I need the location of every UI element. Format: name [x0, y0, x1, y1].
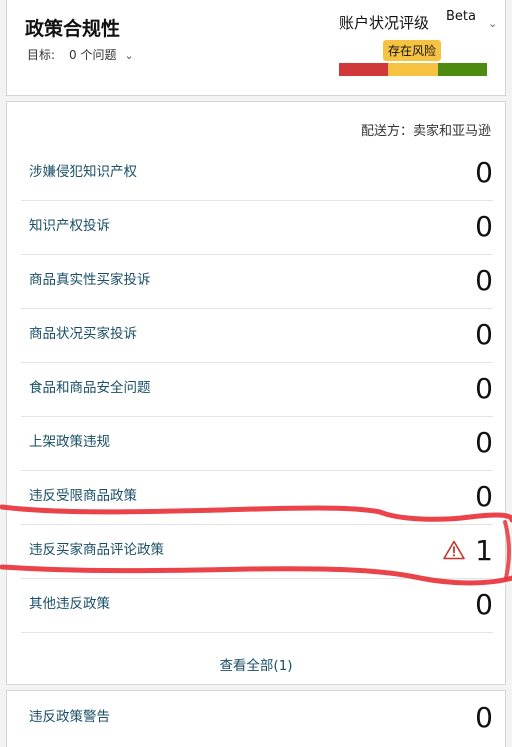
- policy-count[interactable]: 0: [475, 156, 493, 189]
- policy-count[interactable]: 0: [475, 480, 493, 513]
- policy-link-authenticity-complaints[interactable]: 商品真实性买家投诉: [29, 268, 151, 288]
- policy-row: 食品和商品安全问题 0: [21, 362, 493, 417]
- policy-link-restricted-products[interactable]: 违反受限商品政策: [29, 484, 137, 504]
- policy-link-listing-violations[interactable]: 上架政策违规: [29, 430, 110, 450]
- policy-row: 违反买家商品评论政策 1: [21, 524, 493, 579]
- policy-link-condition-complaints[interactable]: 商品状况买家投诉: [29, 322, 137, 342]
- compliance-body-card: 配送方：卖家和亚马逊 涉嫌侵犯知识产权 0 知识产权投诉 0 商品真实性买家投诉…: [6, 101, 506, 685]
- risk-bar-green-segment: [437, 63, 487, 76]
- policy-count[interactable]: 0: [475, 701, 493, 734]
- account-health-rating-label: 账户状况评级: [339, 14, 430, 32]
- policy-count[interactable]: 0: [475, 318, 493, 351]
- policy-row: 涉嫌侵犯知识产权 0: [21, 146, 493, 201]
- policy-link-other-violations[interactable]: 其他违反政策: [29, 592, 110, 612]
- policy-count[interactable]: 1: [475, 534, 493, 567]
- policy-link-safety-issues[interactable]: 食品和商品安全问题: [29, 376, 151, 396]
- compliance-header-card: 政策合规性 目标: 0 个问题 ⌄ 账户状况评级 Beta ⌄ 存在风险: [6, 0, 506, 96]
- policy-row: 违反受限商品政策 0: [21, 470, 493, 525]
- policy-row: 知识产权投诉 0: [21, 200, 493, 255]
- risk-level-bar: [339, 63, 487, 76]
- policy-link-ip-complaints[interactable]: 知识产权投诉: [29, 214, 110, 234]
- policy-count[interactable]: 0: [475, 210, 493, 243]
- chevron-down-icon: ⌄: [124, 49, 134, 62]
- target-selector[interactable]: 目标: 0 个问题 ⌄: [27, 46, 134, 63]
- page-title: 政策合规性: [25, 18, 121, 40]
- policy-link-review-policy[interactable]: 违反买家商品评论政策: [29, 538, 164, 558]
- risk-bar-red-segment: [339, 63, 389, 76]
- policy-link-ip-infringement[interactable]: 涉嫌侵犯知识产权: [29, 160, 137, 180]
- policy-count[interactable]: 0: [475, 588, 493, 621]
- policy-row: 商品状况买家投诉 0: [21, 308, 493, 363]
- target-label: 目标:: [27, 48, 56, 62]
- policy-row: 其他违反政策 0: [21, 578, 493, 633]
- policy-link-policy-warnings[interactable]: 违反政策警告: [29, 705, 110, 725]
- policy-row: 上架政策违规 0: [21, 416, 493, 471]
- policy-count[interactable]: 0: [475, 426, 493, 459]
- policy-count[interactable]: 0: [475, 372, 493, 405]
- view-all-link[interactable]: 查看全部(1): [7, 654, 505, 674]
- risk-status-badge: 存在风险: [383, 40, 442, 61]
- policy-row: 商品真实性买家投诉 0: [21, 254, 493, 309]
- risk-bar-yellow-segment: [388, 63, 438, 76]
- shipped-by-text: 配送方：卖家和亚马逊: [360, 124, 491, 139]
- policy-row: 违反政策警告 0: [21, 691, 493, 745]
- beta-badge: Beta: [446, 9, 476, 24]
- chevron-down-icon[interactable]: ⌄: [488, 17, 497, 30]
- policy-count[interactable]: 0: [475, 264, 493, 297]
- policy-warnings-card: 违反政策警告 0: [6, 690, 506, 747]
- policy-compliance-page: 政策合规性 目标: 0 个问题 ⌄ 账户状况评级 Beta ⌄ 存在风险 配送方：卖…: [0, 0, 512, 747]
- target-value: 0 个问题: [69, 48, 117, 62]
- warning-icon: [443, 540, 465, 560]
